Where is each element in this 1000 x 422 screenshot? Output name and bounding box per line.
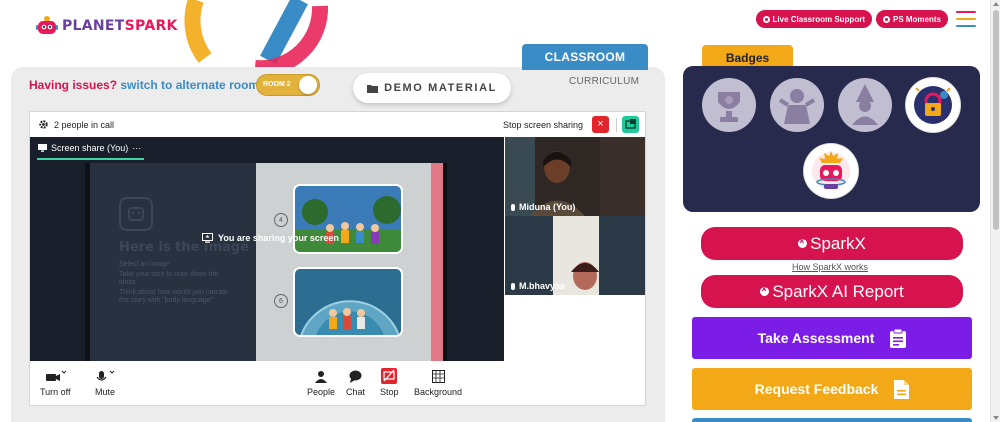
- logo-wordmark: PLANETSPARK: [62, 18, 178, 34]
- screen-share-tab[interactable]: Screen share (You) ···: [38, 143, 141, 153]
- live-icon: [762, 15, 770, 23]
- gear-icon[interactable]: [38, 119, 49, 130]
- stop-share-icon: [381, 368, 398, 384]
- chat-button[interactable]: Chat: [346, 369, 365, 397]
- robot-icon: [119, 197, 153, 231]
- top-right-actions: Live Classroom Support PS Moments: [755, 10, 948, 28]
- person-icon: [315, 370, 328, 383]
- sparkx-icon: [798, 236, 808, 248]
- slide-instructions: Here is the image Select an image Take y…: [90, 163, 256, 361]
- lock-badge-icon[interactable]: [906, 78, 960, 132]
- shared-slide: Here is the image Select an image Take y…: [85, 163, 447, 361]
- live-classroom-support-button[interactable]: Live Classroom Support: [755, 10, 872, 28]
- screen-share-area: Screen share (You) ··· Here is the image…: [30, 137, 504, 361]
- hamburger-icon[interactable]: [956, 11, 976, 27]
- folder-icon: [367, 84, 379, 93]
- next-action-button[interactable]: [692, 418, 972, 422]
- robot-badge-icon[interactable]: [804, 144, 858, 198]
- slide-images: 4 6: [256, 163, 431, 361]
- tab-classroom[interactable]: CLASSROOM: [522, 44, 648, 70]
- switch-room-link[interactable]: switch to alternate room: [120, 78, 259, 92]
- sparkx-icon: [760, 284, 770, 296]
- more-options-icon[interactable]: ···: [132, 143, 141, 153]
- screen-icon: [38, 144, 47, 152]
- microphone-icon: [96, 370, 115, 381]
- story-image-card: [293, 267, 403, 337]
- clipboard-icon: [890, 328, 907, 348]
- moments-icon: [882, 15, 890, 23]
- planetspark-logo[interactable]: PLANETSPARK: [36, 14, 178, 38]
- document-icon: [894, 379, 910, 399]
- demo-material-button[interactable]: DEMO MATERIAL: [353, 73, 511, 103]
- people-button[interactable]: People: [307, 369, 335, 397]
- mute-button[interactable]: Mute: [94, 369, 116, 397]
- how-sparkx-works-link[interactable]: How SparkX works: [792, 262, 868, 272]
- stop-screen-sharing-label: Stop screen sharing: [503, 120, 584, 130]
- sharing-status-overlay: You are sharing your screen: [202, 233, 339, 243]
- scroll-up-icon[interactable]: [993, 2, 999, 6]
- slide-bullets: Select an image Take your time to note d…: [119, 261, 228, 304]
- scrollbar-thumb[interactable]: [993, 10, 999, 230]
- stop-sharing-close-button[interactable]: ×: [592, 116, 609, 133]
- sparkx-button[interactable]: SparkX: [701, 227, 963, 260]
- stop-share-button[interactable]: Stop: [380, 368, 399, 397]
- layout-view-button[interactable]: [622, 116, 639, 133]
- call-controls: Turn off Mute People Chat Stop Backgroun…: [30, 361, 645, 405]
- take-assessment-button[interactable]: Take Assessment: [692, 317, 972, 359]
- people-count: 2 people in call: [38, 119, 114, 130]
- share-screen-icon: [202, 233, 213, 243]
- request-feedback-button[interactable]: Request Feedback: [692, 368, 972, 410]
- participant-tile[interactable]: Miduna (You): [505, 137, 645, 216]
- tab-curriculum[interactable]: CURRICULUM: [569, 76, 639, 87]
- slide-edge: [431, 163, 443, 361]
- background-icon: [431, 369, 445, 383]
- background-button[interactable]: Background: [414, 369, 462, 397]
- wizard-badge-icon[interactable]: [838, 78, 892, 132]
- sparkx-ai-report-button[interactable]: SparkX AI Report: [701, 275, 963, 308]
- story-image-card: [293, 184, 403, 254]
- page-scrollbar[interactable]: [990, 0, 1000, 422]
- badges-panel: [683, 66, 980, 212]
- trophy-badge-icon[interactable]: [702, 78, 756, 132]
- divider: [616, 118, 617, 132]
- video-call-window: 2 people in call Stop screen sharing × S…: [29, 111, 646, 406]
- mascot-icon: [36, 16, 58, 34]
- close-icon: ×: [597, 118, 604, 130]
- screen-layout-icon: [625, 119, 636, 129]
- active-tab-indicator: [37, 158, 144, 160]
- camera-icon: [46, 370, 67, 381]
- card-number: 4: [274, 213, 288, 227]
- card-number: 6: [274, 294, 288, 308]
- superhero-badge-icon[interactable]: [770, 78, 824, 132]
- alternate-room-prompt: Having issues? switch to alternate room: [29, 78, 260, 92]
- chat-icon: [349, 370, 362, 383]
- call-top-bar: 2 people in call Stop screen sharing ×: [30, 112, 645, 137]
- scroll-down-icon[interactable]: [993, 416, 999, 420]
- ps-moments-button[interactable]: PS Moments: [875, 10, 948, 28]
- participant-tile[interactable]: M.bhavyaa: [505, 216, 645, 295]
- toggle-knob: [299, 76, 317, 94]
- camera-button[interactable]: Turn off: [40, 369, 71, 397]
- room-toggle[interactable]: ROOM 2: [256, 74, 320, 96]
